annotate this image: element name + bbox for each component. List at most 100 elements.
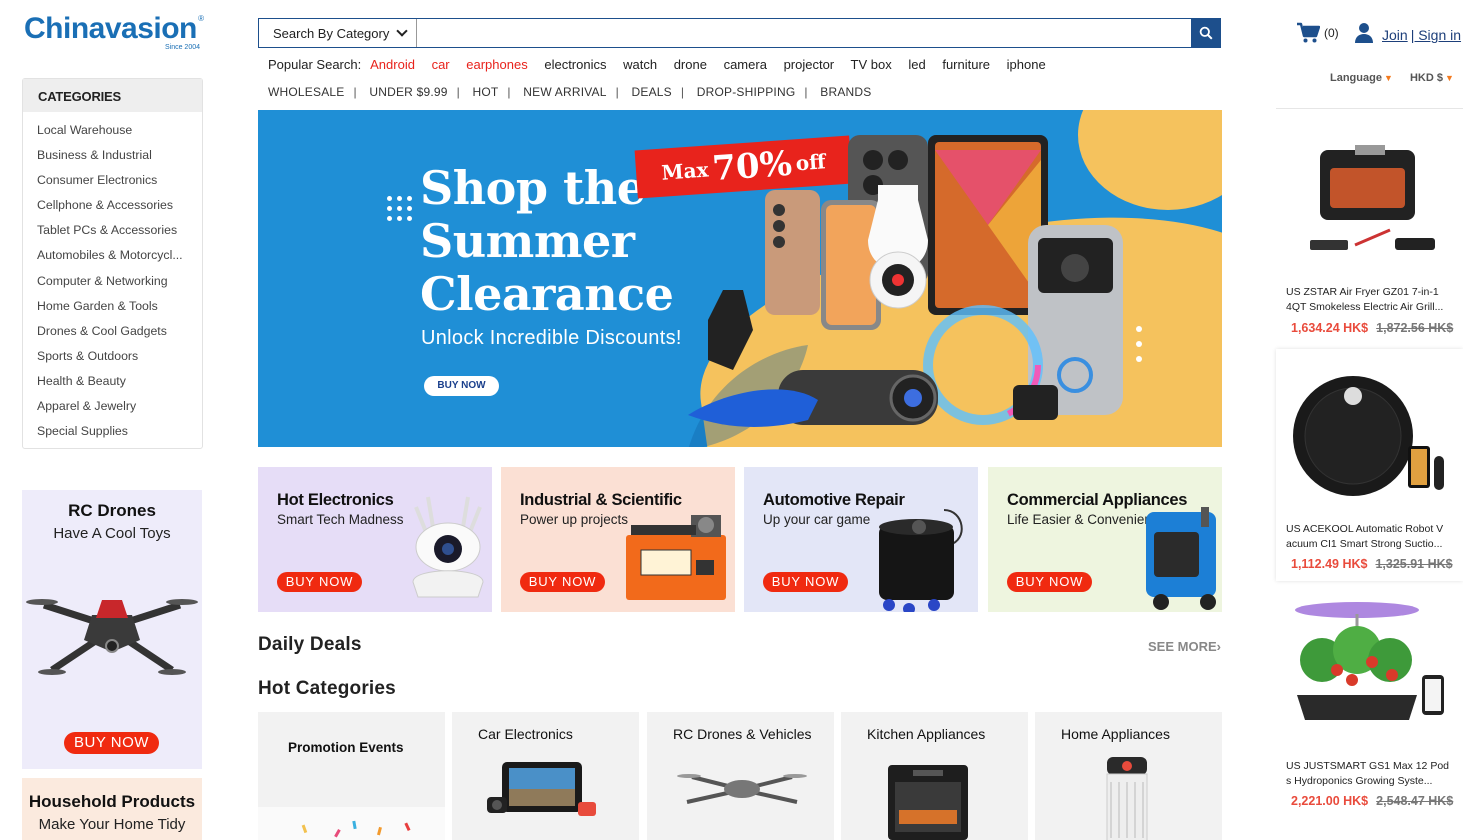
- drone-image: [26, 599, 198, 675]
- tile-industrial-scientific[interactable]: Industrial & Scientific Power up project…: [501, 467, 735, 612]
- search-button[interactable]: [1191, 19, 1220, 47]
- sidebar-item[interactable]: Apparel & Jewelry: [37, 394, 197, 419]
- user-icon: [1355, 23, 1373, 43]
- popular-term[interactable]: led: [908, 57, 925, 72]
- tile-subtitle: Up your car game: [763, 512, 871, 527]
- hot-category-promotion-events[interactable]: Promotion Events: [258, 712, 445, 840]
- language-selector[interactable]: Language ▼: [1330, 72, 1393, 84]
- search-bar: Search By Category: [258, 18, 1221, 48]
- product-price: 1,634.24 HK$ 1,872.56 HK$: [1291, 321, 1453, 335]
- tile-subtitle: Life Easier & Convenient: [1007, 512, 1156, 527]
- promo-subtitle: Have A Cool Toys: [53, 525, 171, 542]
- daily-deals-heading: Daily Deals: [258, 634, 362, 655]
- popular-term[interactable]: Android: [370, 57, 415, 72]
- hot-category-home-appliances[interactable]: Home Appliances: [1035, 712, 1222, 840]
- search-category-select[interactable]: Search By Category: [259, 19, 417, 47]
- tile-subtitle: Power up projects: [520, 512, 629, 527]
- popular-term[interactable]: projector: [784, 57, 835, 72]
- popular-term[interactable]: camera: [724, 57, 767, 72]
- hot-category-label: Promotion Events: [288, 740, 404, 755]
- nav-separator: |: [615, 85, 619, 99]
- logo-text: Chinavasion: [24, 12, 197, 45]
- nav-link-under-9-99[interactable]: UNDER $9.99: [369, 85, 447, 99]
- join-link[interactable]: Join: [1382, 27, 1408, 43]
- sidebar-item[interactable]: Local Warehouse: [37, 118, 197, 143]
- tile-commercial-appliances[interactable]: Commercial Appliances Life Easier & Conv…: [988, 467, 1222, 612]
- rc-drones-buy-button[interactable]: BUY NOW: [64, 732, 159, 754]
- locale-selectors: Language ▼ HKD $ ▼: [1330, 72, 1454, 84]
- sidebar-item[interactable]: Tablet PCs & Accessories: [37, 218, 197, 243]
- product-name[interactable]: US ACEKOOL Automatic Robot V acuum CI1 S…: [1286, 522, 1456, 552]
- tile-buy-now-button[interactable]: BUY NOW: [763, 572, 848, 592]
- sidebar-item[interactable]: Home Garden & Tools: [37, 294, 197, 319]
- popular-term[interactable]: drone: [674, 57, 707, 72]
- rebar-bender-image: [626, 515, 726, 600]
- tile-buy-now-button[interactable]: BUY NOW: [1007, 572, 1092, 592]
- sidebar-item[interactable]: Business & Industrial: [37, 143, 197, 168]
- category-list: Local Warehouse Business & Industrial Co…: [23, 112, 202, 444]
- hero-dots-decoration-right: [1136, 326, 1142, 362]
- household-promo[interactable]: Household Products Make Your Home Tidy: [22, 778, 202, 840]
- sidebar-item[interactable]: Consumer Electronics: [37, 168, 197, 193]
- hot-category-kitchen-appliances[interactable]: Kitchen Appliances: [841, 712, 1028, 840]
- hero-banner[interactable]: Shop the Summer Clearance Unlock Incredi…: [258, 110, 1222, 447]
- hot-category-car-electronics[interactable]: Car Electronics: [452, 712, 639, 840]
- nav-link-hot[interactable]: HOT: [472, 85, 498, 99]
- popular-term[interactable]: iphone: [1007, 57, 1046, 72]
- robot-vacuum-product-image: [1293, 376, 1444, 496]
- search-input[interactable]: [417, 19, 1191, 47]
- cart-link[interactable]: (0): [1296, 22, 1339, 44]
- search-icon: [1199, 26, 1213, 40]
- product-card[interactable]: US JUSTSMART GS1 Max 12 Pod s Hydroponic…: [1276, 590, 1463, 840]
- popular-term[interactable]: watch: [623, 57, 657, 72]
- tile-automotive-repair[interactable]: Automotive Repair Up your car game BUY N…: [744, 467, 978, 612]
- top-navigation: WHOLESALE | UNDER $9.99 | HOT | NEW ARRIVAL…: [268, 85, 871, 99]
- product-name[interactable]: US ZSTAR Air Fryer GZ01 7-in-1 4QT Smoke…: [1286, 285, 1456, 315]
- tile-hot-electronics[interactable]: Hot Electronics Smart Tech Madness BUY N…: [258, 467, 492, 612]
- drone-icon: [677, 774, 807, 804]
- rc-drones-promo[interactable]: RC Drones Have A Cool Toys BUY NOW: [22, 490, 202, 769]
- popular-term[interactable]: TV box: [851, 57, 892, 72]
- popular-search: Popular Search: Android car earphones el…: [268, 57, 1059, 72]
- tile-buy-now-button[interactable]: BUY NOW: [277, 572, 362, 592]
- product-card[interactable]: US ACEKOOL Automatic Robot V acuum CI1 S…: [1276, 349, 1463, 581]
- dehumidifier-image: [1146, 507, 1216, 610]
- tile-buy-now-button[interactable]: BUY NOW: [520, 572, 605, 592]
- hot-categories-heading: Hot Categories: [258, 678, 396, 699]
- car-dvr-image: [487, 762, 596, 816]
- popular-term[interactable]: furniture: [942, 57, 990, 72]
- sign-in-link[interactable]: | Sign in: [1411, 27, 1461, 43]
- hot-category-label: RC Drones & Vehicles: [673, 726, 812, 742]
- hero-buy-now-button[interactable]: BUY NOW: [424, 376, 499, 396]
- sidebar-item[interactable]: Computer & Networking: [37, 269, 197, 294]
- sidebar-item[interactable]: Automobiles & Motorcycl...: [37, 243, 197, 268]
- sidebar-item[interactable]: Sports & Outdoors: [37, 344, 197, 369]
- nav-link-wholesale[interactable]: WHOLESALE: [268, 85, 345, 99]
- sidebar-item[interactable]: Cellphone & Accessories: [37, 193, 197, 218]
- sidebar-item[interactable]: Drones & Cool Gadgets: [37, 319, 197, 344]
- sidebar-item[interactable]: Special Supplies: [37, 419, 197, 444]
- nav-link-deals[interactable]: DEALS: [632, 85, 672, 99]
- logo-since: Since 2004: [164, 44, 200, 51]
- currency-selector[interactable]: HKD $ ▼: [1410, 72, 1454, 84]
- product-card[interactable]: US ZSTAR Air Fryer GZ01 7-in-1 4QT Smoke…: [1276, 112, 1463, 344]
- category-sidebar: CATEGORIES Local Warehouse Business & In…: [22, 78, 203, 449]
- sidebar-item[interactable]: Health & Beauty: [37, 369, 197, 394]
- nav-separator: |: [353, 85, 357, 99]
- product-name[interactable]: US JUSTSMART GS1 Max 12 Pod s Hydroponic…: [1286, 759, 1456, 789]
- nav-link-new-arrival[interactable]: NEW ARRIVAL: [523, 85, 606, 99]
- account-area: Join | Sign in: [1354, 22, 1461, 44]
- nav-link-drop-shipping[interactable]: DROP-SHIPPING: [697, 85, 796, 99]
- security-camera-image: [412, 496, 484, 598]
- popular-term[interactable]: electronics: [544, 57, 606, 72]
- promo-title: RC Drones: [68, 501, 156, 520]
- site-logo[interactable]: Chinavasion ® Since 2004: [24, 12, 204, 54]
- nav-separator: |: [680, 85, 685, 99]
- air-purifier-icon: [1106, 757, 1148, 840]
- see-more-link[interactable]: SEE MORE›: [1148, 639, 1221, 654]
- hot-category-rc-drones-vehicles[interactable]: RC Drones & Vehicles: [647, 712, 834, 840]
- popular-term[interactable]: earphones: [466, 57, 527, 72]
- nav-link-brands[interactable]: BRANDS: [820, 85, 871, 99]
- product-current-price: 1,634.24 HK$: [1291, 321, 1369, 335]
- popular-term[interactable]: car: [432, 57, 450, 72]
